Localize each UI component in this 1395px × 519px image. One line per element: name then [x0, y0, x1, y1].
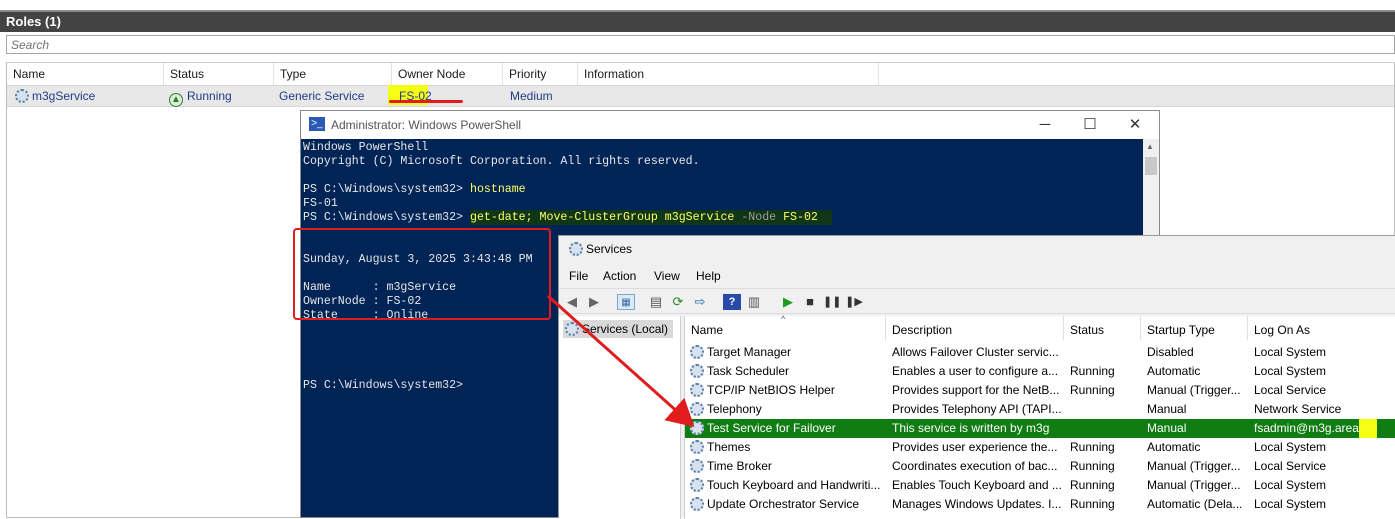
annotation-red-arrow — [547, 294, 695, 427]
